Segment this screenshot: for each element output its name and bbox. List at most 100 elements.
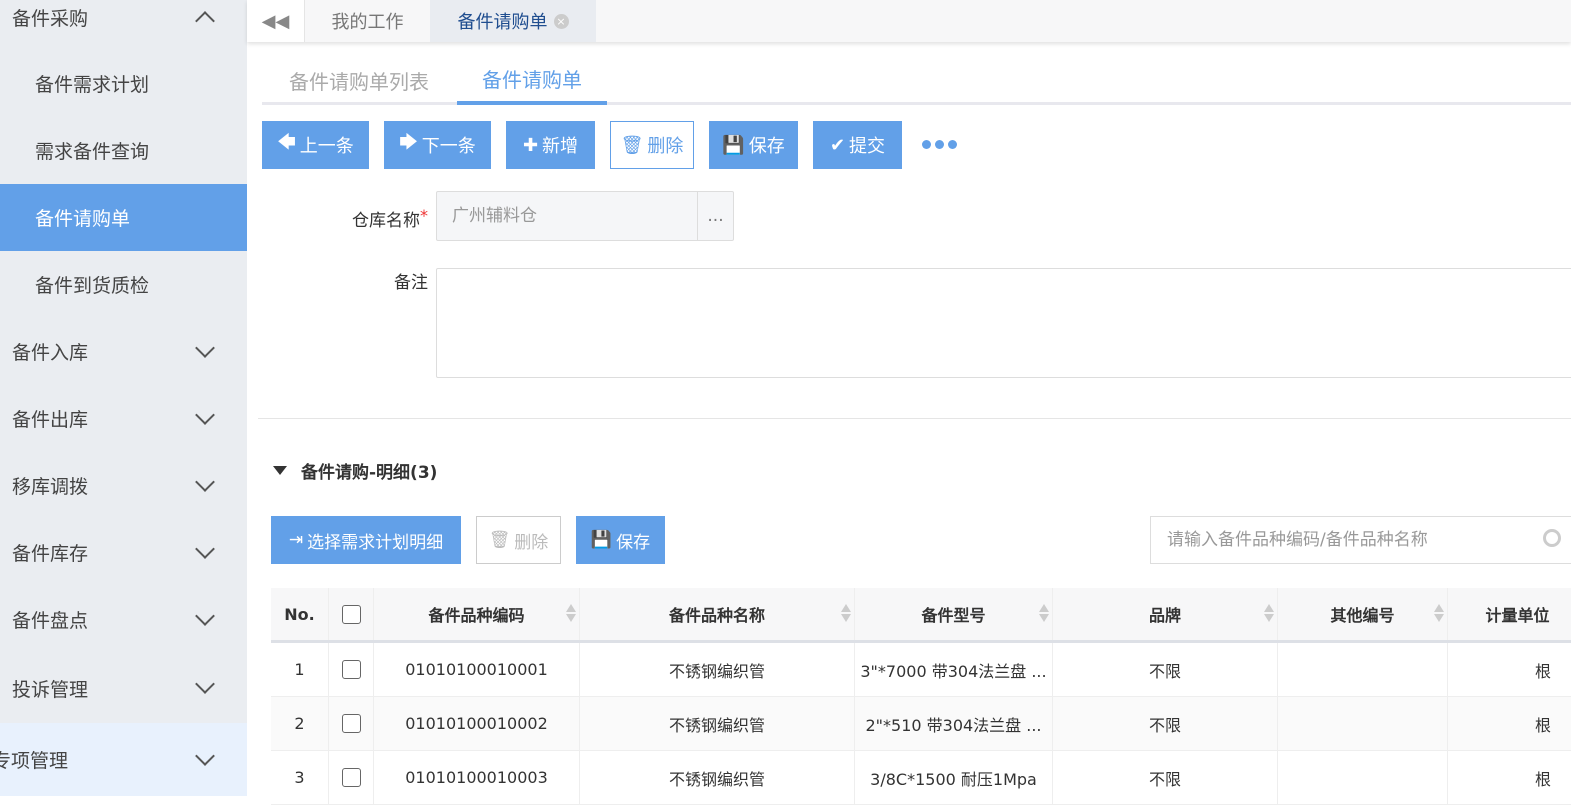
sidebar-item-requisition[interactable]: 备件请购单 [0,184,247,251]
tab-requisition[interactable]: 备件请购单 × [430,0,596,42]
cell-col-brand: 不限 [1053,643,1278,696]
delete-button[interactable]: 🗑 删除 [610,121,694,169]
header-col-code: 备件品种编码 [374,588,580,640]
detail-search-input[interactable]: 请输入备件品种编码/备件品种名称 [1150,516,1571,564]
table-header: No. 备件品种编码 备件品种名称 备件型号 品牌 其他编号 计量单位 [271,588,1571,643]
chevron-down-icon [195,745,215,766]
sidebar-item-purchase[interactable]: 备件采购 [0,0,247,40]
table-row[interactable]: 3 01010100010003 不锈钢编织管 3/8C*1500 耐压1Mpa 不限 根 [271,751,1571,805]
chevron-down-icon [195,605,215,626]
header-col-select[interactable] [329,588,374,640]
cell-col-model: 2"*510 带304法兰盘 ... [855,697,1053,750]
sidebar-item-outbound[interactable]: 备件出库 [0,385,247,452]
floppy-icon: 💾 [590,530,613,550]
cell-col-no: 2 [271,697,329,750]
trash-icon: 🗑 [488,530,511,550]
detail-table: No. 备件品种编码 备件品种名称 备件型号 品牌 其他编号 计量单位 1 0101010001… [271,588,1571,805]
cell-col-unit: 根 [1448,643,1571,696]
cell-col-brand: 不限 [1053,751,1278,804]
chevron-down-icon [195,471,215,492]
sign-in-icon: ⇥ [288,530,304,550]
tab-requisition-form[interactable]: 备件请购单 [457,55,607,105]
add-button[interactable]: ✚ 新增 [506,121,595,169]
submit-button[interactable]: ✔ 提交 [813,121,902,169]
cell-col-name: 不锈钢编织管 [580,751,855,804]
save-button[interactable]: 💾 保存 [709,121,798,169]
cell-col-model: 3"*7000 带304法兰盘 ... [855,643,1053,696]
chevron-down-icon [195,337,215,358]
table-row[interactable]: 1 01010100010001 不锈钢编织管 3"*7000 带304法兰盘 ...… [271,643,1571,697]
trash-icon: 🗑 [620,134,644,156]
divider [258,418,1571,419]
cell-col-model: 3/8C*1500 耐压1Mpa [855,751,1053,804]
sidebar-item-transfer[interactable]: 移库调拨 [0,452,247,519]
checkbox[interactable] [341,604,361,624]
cell-col-unit: 根 [1448,751,1571,804]
header-col-name: 备件品种名称 [580,588,855,640]
warehouse-input[interactable]: 广州辅料仓... [436,191,734,241]
select-plan-detail-button[interactable]: ⇥ 选择需求计划明细 [271,516,461,564]
warehouse-label: 仓库名称* [352,206,428,231]
header-col-unit: 计量单位 [1448,588,1571,640]
remark-textarea[interactable] [436,268,1571,378]
check-icon: ✔ [829,134,846,156]
cell-col-other-code [1278,751,1448,804]
sidebar-item-demand-plan[interactable]: 备件需求计划 [0,50,247,117]
collapse-sidebar-button[interactable]: ◀◀ [247,0,305,42]
detail-save-button[interactable]: 💾 保存 [576,516,665,564]
cell-col-code: 01010100010001 [374,643,580,696]
more-icon[interactable] [922,140,957,149]
tab-my-work[interactable]: 我的工作 [305,0,430,42]
sidebar: 备件采购 备件需求计划 需求备件查询 备件请购单 备件到货质检 备件入库 备件出… [0,0,247,796]
plus-icon: ✚ [522,134,539,156]
close-icon[interactable]: × [553,13,569,29]
browse-button[interactable]: ... [697,192,733,240]
prev-button[interactable]: 🡄 上一条 [262,121,369,169]
detail-section-header[interactable]: 备件请购-明细(3) [273,458,437,483]
cell-col-name: 不锈钢编织管 [580,697,855,750]
cell-col-select[interactable] [329,751,374,804]
cell-col-no: 1 [271,643,329,696]
chevron-up-icon [195,11,215,31]
sidebar-item-special[interactable]: 专项管理 [0,723,247,796]
header-col-brand: 品牌 [1053,588,1278,640]
arrow-right-icon: 🡆 [399,132,418,153]
cell-col-no: 3 [271,751,329,804]
header-col-other-code: 其他编号 [1278,588,1448,640]
sidebar-item-inspection[interactable]: 备件到货质检 [0,251,247,318]
sidebar-item-complaint[interactable]: 投诉管理 [0,653,247,723]
sidebar-item-inventory[interactable]: 备件盘点 [0,586,247,653]
remark-label: 备注 [394,273,428,293]
cell-col-unit: 根 [1448,697,1571,750]
checkbox[interactable] [341,714,361,733]
tab-requisition-list[interactable]: 备件请购单列表 [270,55,448,105]
sub-tabs: 备件请购单列表 备件请购单 [262,55,1571,105]
tab-bar: ◀◀ 我的工作 备件请购单 × [247,0,1571,42]
cell-col-other-code [1278,643,1448,696]
chevron-down-icon [195,674,215,694]
sidebar-item-stock[interactable]: 备件库存 [0,519,247,586]
sidebar-item-inbound[interactable]: 备件入库 [0,318,247,385]
cell-col-code: 01010100010003 [374,751,580,804]
table-row[interactable]: 2 01010100010002 不锈钢编织管 2"*510 带304法兰盘 ... 不… [271,697,1571,751]
next-button[interactable]: 🡆 下一条 [384,121,491,169]
cell-col-code: 01010100010002 [374,697,580,750]
cell-col-select[interactable] [329,697,374,750]
caret-down-icon [273,466,287,475]
detail-delete-button[interactable]: 🗑 删除 [476,516,561,564]
checkbox[interactable] [341,660,361,679]
search-icon[interactable] [1543,529,1561,547]
header-col-no: No. [271,588,329,640]
checkbox[interactable] [341,768,361,787]
cell-col-brand: 不限 [1053,697,1278,750]
arrow-left-icon: 🡄 [277,132,296,153]
sidebar-item-demand-query[interactable]: 需求备件查询 [0,117,247,184]
header-col-model: 备件型号 [855,588,1053,640]
chevron-down-icon [195,538,215,559]
cell-col-other-code [1278,697,1448,750]
double-chevron-left-icon: ◀◀ [261,10,290,32]
cell-col-name: 不锈钢编织管 [580,643,855,696]
floppy-icon: 💾 [722,134,745,156]
cell-col-select[interactable] [329,643,374,696]
chevron-down-icon [195,404,215,425]
